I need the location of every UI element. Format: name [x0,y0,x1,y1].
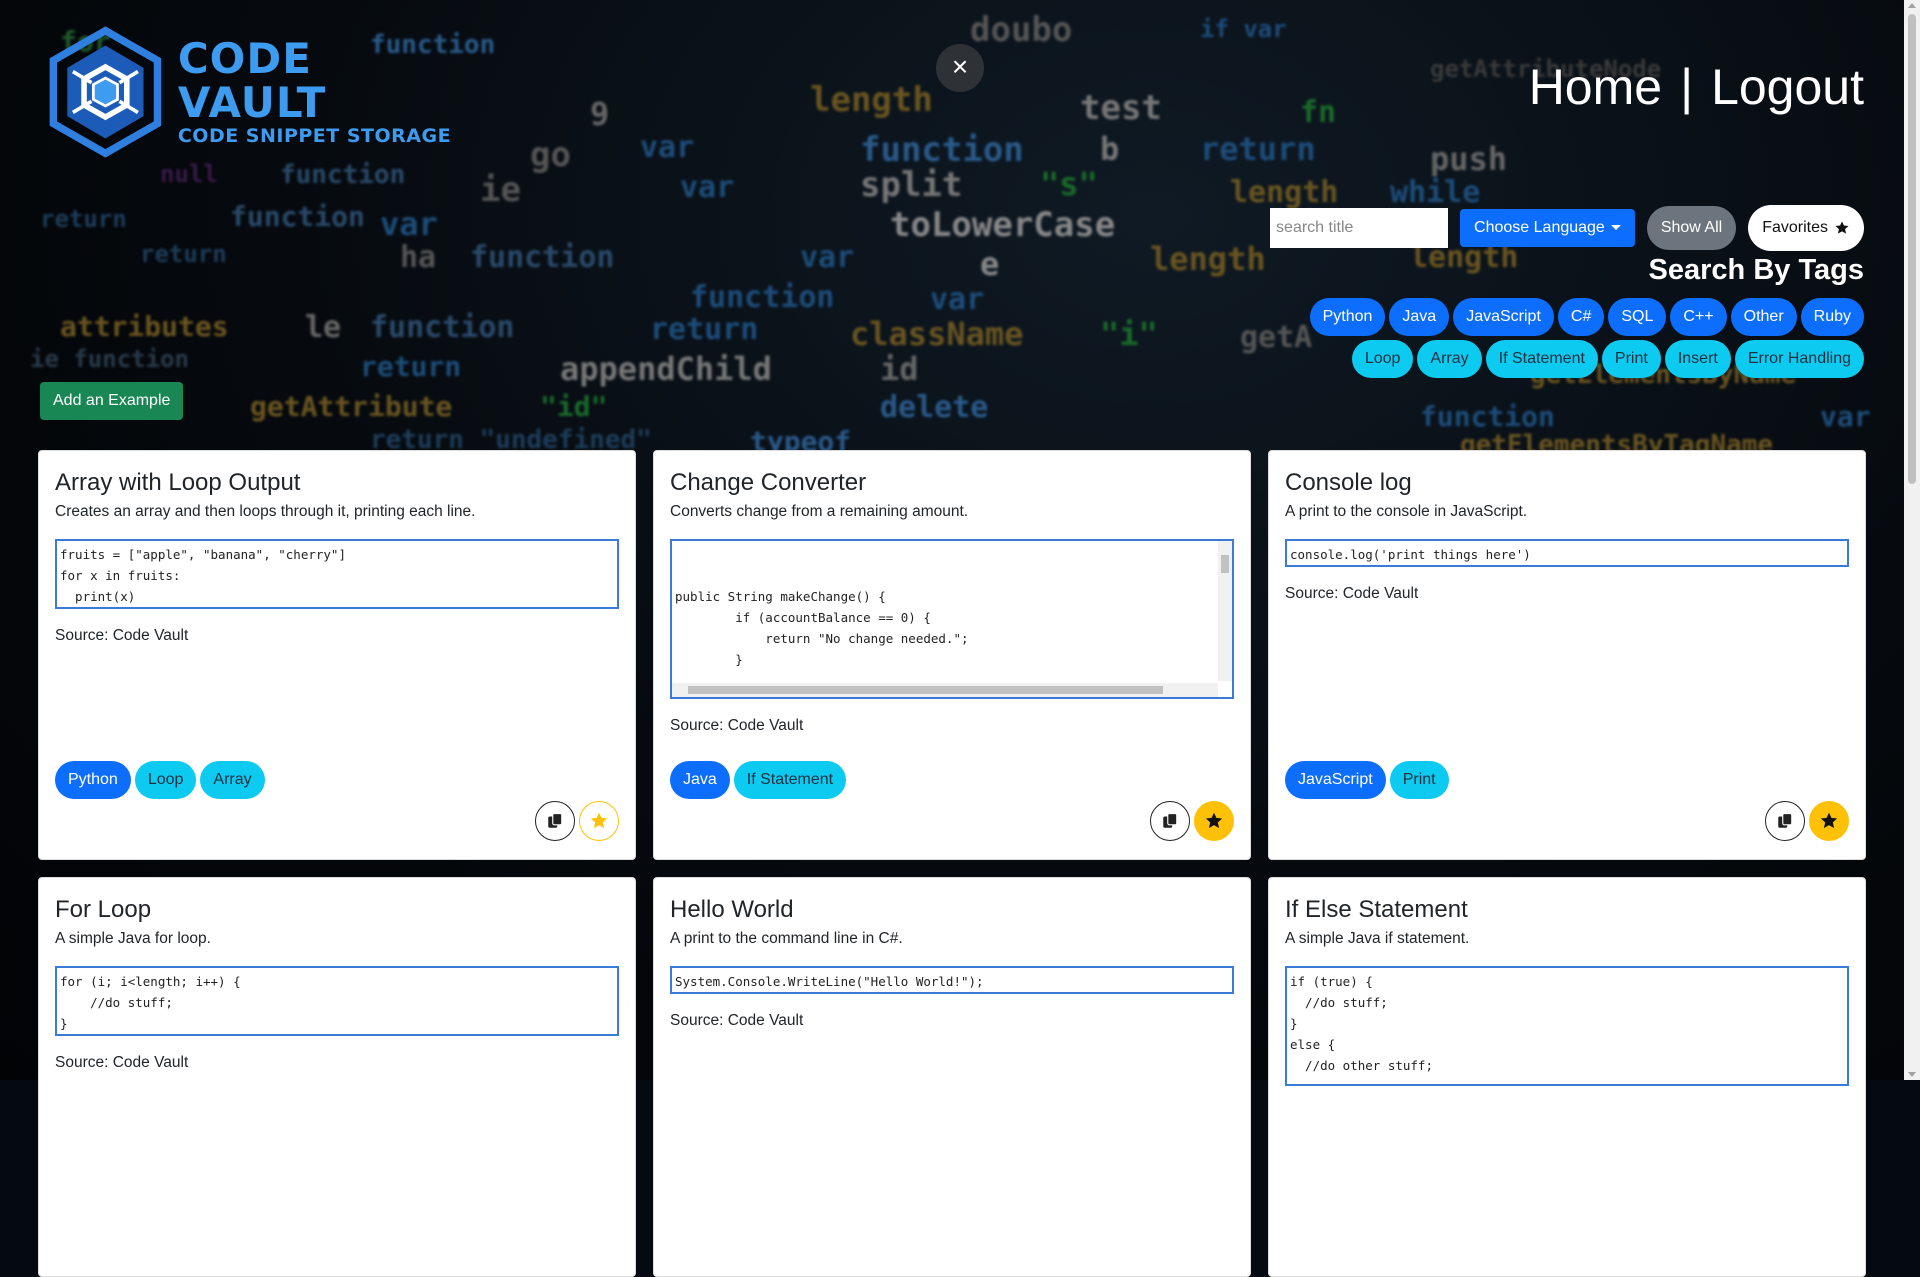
tag-filter-print[interactable]: Print [1601,340,1661,378]
card-tag-python[interactable]: Python [55,761,131,799]
card-actions [1150,801,1234,841]
card-actions [1765,801,1849,841]
card-description: A print to the command line in C#. [670,930,903,947]
favorite-button[interactable] [579,801,619,841]
card-title: Change Converter [670,469,867,496]
search-bar: Choose Language Show All Favorites [1270,205,1864,251]
card-title: Hello World [670,896,794,923]
card-title: If Else Statement [1285,896,1468,923]
card-description: Converts change from a remaining amount. [670,503,969,520]
snippet-card: If Else Statement A simple Java if state… [1268,877,1866,1277]
card-source: Source: Code Vault [55,1054,189,1071]
snippet-card: For Loop A simple Java for loop. for (i;… [38,877,636,1277]
page: CODE VAULT CODE SNIPPET STORAGE × Home |… [0,0,1904,1277]
nav-separator: | [1680,59,1694,115]
tag-filter-other[interactable]: Other [1730,298,1797,336]
tag-filter-row-topics: Loop Array If Statement Print Insert Error Ha… [1351,340,1864,378]
card-source: Source: Code Vault [1285,585,1419,602]
tag-filter-error-handling[interactable]: Error Handling [1734,340,1864,378]
card-tags: JavaScript Print [1285,761,1449,799]
code-box[interactable]: fruits = ["apple", "banana", "cherry"] f… [55,539,619,609]
code-box[interactable]: for (i; i<length; i++) { //do stuff; } [55,966,619,1036]
code-box[interactable]: System.Console.WriteLine("Hello World!")… [670,966,1234,994]
scroll-up-arrow-icon[interactable] [1908,3,1916,8]
star-filled-icon [1205,812,1223,829]
card-source: Source: Code Vault [670,717,804,734]
tag-filter-array[interactable]: Array [1417,340,1482,378]
search-by-tags-heading: Search By Tags [1648,254,1864,286]
copy-button[interactable] [535,801,575,841]
page-scrollbar[interactable] [1904,0,1920,1080]
card-tag-if-statement[interactable]: If Statement [733,761,847,799]
copy-icon [1778,812,1793,828]
code-box[interactable]: public String makeChange() { if (account… [670,539,1234,699]
card-source: Source: Code Vault [55,627,189,644]
code-box[interactable]: console.log('print things here') [1285,539,1849,567]
top-nav: Home | Logout [1529,58,1864,116]
card-tag-print[interactable]: Print [1389,761,1449,799]
show-all-button[interactable]: Show All [1646,206,1737,250]
tag-filter-java[interactable]: Java [1389,298,1450,336]
card-tag-javascript[interactable]: JavaScript [1285,761,1386,799]
tag-filter-javascript[interactable]: JavaScript [1453,298,1554,336]
copy-icon [548,812,563,828]
close-button[interactable]: × [936,44,984,92]
card-actions [535,801,619,841]
card-description: A simple Java if statement. [1285,930,1470,947]
card-title: Console log [1285,469,1412,496]
caret-down-icon [1610,225,1621,231]
nav-home-link[interactable]: Home [1529,58,1662,116]
tag-filter-insert[interactable]: Insert [1664,340,1731,378]
logo-title: CODE VAULT [177,34,327,127]
star-outline-icon [590,812,608,829]
scroll-down-arrow-icon[interactable] [1908,1072,1916,1077]
logo-subtitle: CODE SNIPPET STORAGE [177,125,452,147]
card-title: For Loop [55,896,152,923]
card-tag-array[interactable]: Array [200,761,265,799]
card-description: A print to the console in JavaScript. [1285,503,1528,520]
search-title-input[interactable] [1270,208,1449,248]
favorite-button[interactable] [1194,801,1234,841]
snippet-grid: Array with Loop Output Creates an array … [38,450,1866,1277]
tag-filter-loop[interactable]: Loop [1351,340,1414,378]
star-icon [1835,221,1849,234]
tag-filter-row-languages: Python Java JavaScript C# SQL C++ Other Ruby [1309,298,1864,336]
tag-filter-sql[interactable]: SQL [1608,298,1667,336]
card-source: Source: Code Vault [670,1012,804,1029]
add-example-button[interactable]: Add an Example [40,382,184,420]
favorite-button[interactable] [1809,801,1849,841]
scrollbar-thumb[interactable] [1908,14,1916,484]
code-vertical-scrollbar[interactable] [1218,541,1232,681]
card-description: A simple Java for loop. [55,930,211,947]
card-description: Creates an array and then loops through … [55,503,476,520]
tag-filter-python[interactable]: Python [1309,298,1386,336]
choose-language-dropdown[interactable]: Choose Language [1460,209,1635,247]
card-tags: Python Loop Array [55,761,265,799]
snippet-card: Console log A print to the console in Ja… [1268,450,1866,860]
code-horizontal-scrollbar[interactable] [672,683,1218,697]
tag-filter-if-statement[interactable]: If Statement [1485,340,1598,378]
copy-button[interactable] [1150,801,1190,841]
logo-icon [49,26,162,158]
choose-language-label: Choose Language [1474,219,1605,236]
tag-filter-c[interactable]: C++ [1670,298,1727,336]
snippet-card: Change Converter Converts change from a … [653,450,1251,860]
snippet-card: Array with Loop Output Creates an array … [38,450,636,860]
snippet-card: Hello World A print to the command line … [653,877,1251,1277]
card-title: Array with Loop Output [55,469,301,496]
copy-button[interactable] [1765,801,1805,841]
nav-logout-link[interactable]: Logout [1711,58,1864,116]
tag-filter-c[interactable]: C# [1557,298,1605,336]
card-tags: Java If Statement [670,761,847,799]
code-box[interactable]: if (true) { //do stuff; } else { //do ot… [1285,966,1849,1086]
card-tag-java[interactable]: Java [670,761,730,799]
star-filled-icon [1820,812,1838,829]
card-tag-loop[interactable]: Loop [134,761,197,799]
favorites-label: Favorites [1762,219,1828,236]
copy-icon [1163,812,1178,828]
favorites-button[interactable]: Favorites [1748,205,1864,251]
logo[interactable]: CODE VAULT CODE SNIPPET STORAGE [45,22,455,162]
tag-filter-ruby[interactable]: Ruby [1800,298,1864,336]
